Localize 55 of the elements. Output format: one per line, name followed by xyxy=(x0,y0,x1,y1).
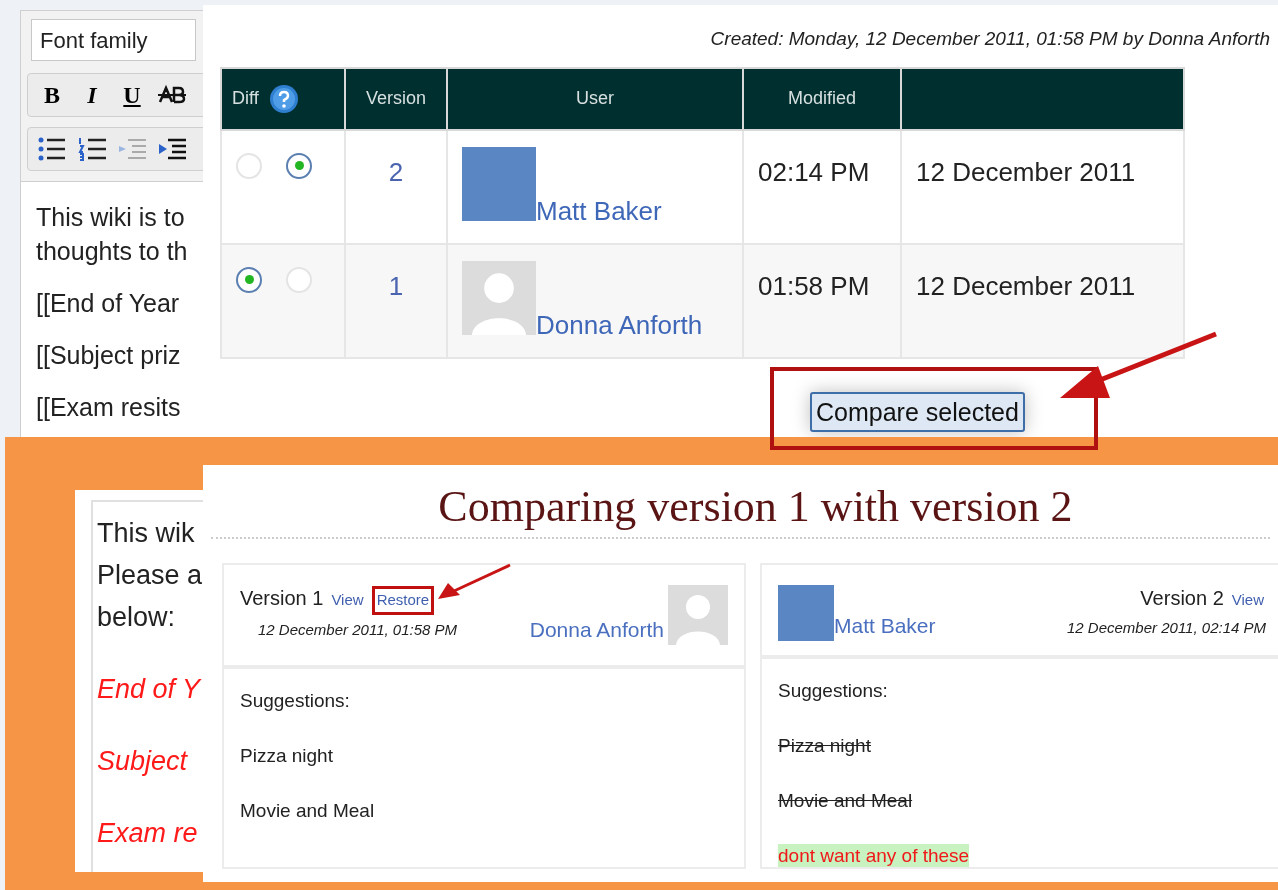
user-link[interactable]: Matt Baker xyxy=(834,609,936,641)
radio-button[interactable] xyxy=(236,266,262,293)
format-button[interactable]: U xyxy=(118,77,146,113)
time-cell-text: 02:14 PM xyxy=(757,155,871,189)
column-header: Diff xyxy=(232,87,259,110)
text-line: thoughts to th xyxy=(36,236,189,267)
column-header: Modified xyxy=(787,88,856,108)
user-link[interactable]: Matt Baker xyxy=(536,196,662,225)
wiki-link[interactable]: End of Y xyxy=(97,668,201,710)
format-button[interactable]: B xyxy=(38,77,66,113)
version-link[interactable]: 2 xyxy=(388,156,404,187)
user-link[interactable]: Donna Anforth xyxy=(529,613,664,645)
user-link[interactable]: Donna Anforth xyxy=(536,310,703,339)
text-line: Please a xyxy=(97,559,203,592)
photo-placeholder xyxy=(778,585,834,641)
text-line: This wik xyxy=(97,517,195,550)
diff-line: Suggestions: xyxy=(240,689,351,712)
bullet-list-icon xyxy=(38,136,66,162)
indent-icon xyxy=(158,137,186,161)
wiki-link[interactable]: Exam re xyxy=(97,812,198,854)
diff-line: Pizza night xyxy=(778,734,872,757)
text-line: [[Exam resits xyxy=(36,392,182,423)
help-icon xyxy=(268,83,299,114)
version-link[interactable]: 1 xyxy=(388,270,404,301)
text-line: This wiki is to xyxy=(36,202,186,233)
version-label: Version 2 xyxy=(1140,586,1224,611)
font-family-dropdown[interactable]: Font family xyxy=(31,19,196,61)
wiki-link[interactable]: Subject xyxy=(97,740,188,782)
diff-line: Pizza night xyxy=(240,744,334,767)
version-date: 12 December 2011, 01:58 PM xyxy=(257,619,457,640)
format-button[interactable]: I xyxy=(78,77,106,113)
diff-line: Suggestions: xyxy=(778,679,889,702)
version-action-link[interactable]: View xyxy=(329,589,366,612)
diff-line: Movie and Meal xyxy=(240,799,376,822)
radio-button[interactable] xyxy=(286,152,312,179)
version-date: 12 December 2011, 02:14 PM xyxy=(1067,618,1266,638)
date-cell-text: 12 December 2011 xyxy=(915,155,1137,189)
date-cell-text: 12 December 2011 xyxy=(915,269,1137,303)
page-title: Comparing version 1 with version 2 xyxy=(437,481,1073,533)
version-action-link[interactable]: View xyxy=(1229,589,1266,612)
numbered-list-icon xyxy=(78,136,106,162)
strikethrough-icon xyxy=(158,84,186,106)
outdent-icon xyxy=(118,137,146,161)
compare-selected-button[interactable]: Compare selected xyxy=(810,391,1025,432)
text-line: [[Subject priz xyxy=(36,340,182,371)
text-line: below: xyxy=(97,601,176,634)
avatar-silhouette-icon xyxy=(668,585,728,645)
created-info: Created: Monday, 12 December 2011, 01:58 PM by Donna Anforth xyxy=(709,27,1271,51)
version-label: Version 1 xyxy=(240,586,324,611)
column-header: User xyxy=(576,88,614,108)
version-action-link[interactable]: Restore xyxy=(371,586,435,615)
avatar-silhouette-icon xyxy=(462,260,536,335)
diff-line: Movie and Meal xyxy=(778,789,914,812)
column-header: Version xyxy=(365,88,426,108)
time-cell-text: 01:58 PM xyxy=(757,269,871,303)
